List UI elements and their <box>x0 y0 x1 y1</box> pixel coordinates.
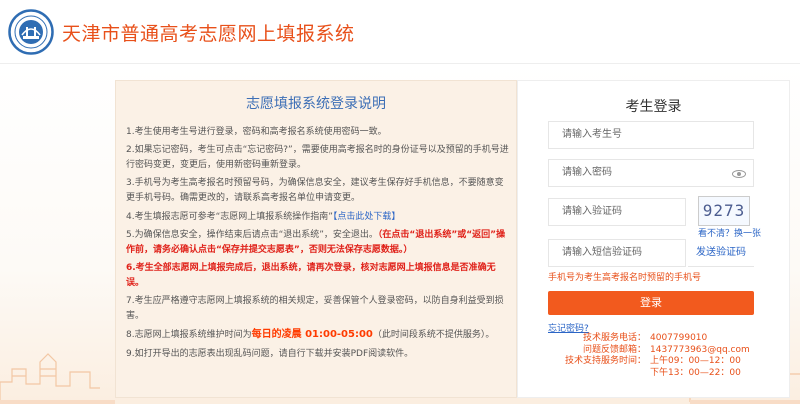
support-phone-label: 技术服务电话： <box>582 333 646 343</box>
support-hours-pm: 下午13：00—22：00 <box>650 367 741 378</box>
instruction-text: （此时间段系统不提供服务）。 <box>372 330 495 341</box>
send-code-button[interactable]: 发送验证码 <box>688 239 754 267</box>
instruction-item: 4.考生填报志愿可参考“志愿网上填报系统操作指南”【点击此处下载】 <box>126 210 512 225</box>
support-info: 技术服务电话： 4007799010 问题反馈邮箱： 1437773963@qq.c… <box>518 333 791 379</box>
candidate-number-input[interactable]: 请输入考生号 <box>548 121 754 149</box>
phone-hint: 手机号为考生高考报名时预留的手机号 <box>548 273 702 283</box>
maintenance-time: 每日的凌晨 01:00-05:00 <box>251 329 373 341</box>
site-title: 天津市普通高考志愿网上填报系统 <box>62 23 355 45</box>
instruction-text: 5.为确保信息安全，操作结束后请点击“退出系统”，安全退出。 <box>126 229 378 240</box>
support-phone: 4007799010 <box>650 333 708 343</box>
instruction-item: 1.考生使用考生号进行登录，密码和高考报名系统使用密码一致。 <box>126 127 387 137</box>
support-email: 1437773963@qq.com <box>650 344 750 355</box>
password-input[interactable]: 请输入密码 <box>548 159 754 187</box>
captcha-refresh-link[interactable]: 看不清？换一张 <box>698 226 761 239</box>
login-button[interactable]: 登录 <box>548 291 754 315</box>
tianjin-exam-logo-icon <box>8 9 54 55</box>
eye-icon[interactable] <box>732 170 746 178</box>
login-title: 考生登录 <box>625 99 682 115</box>
instruction-text: 8.志愿网上填报系统维护时间为 <box>126 330 252 341</box>
instruction-item: 2.如果忘记密码，考生可点击“忘记密码?”，需要使用高考报名时的身份证号以及预留… <box>126 145 509 171</box>
instructions-body: 1.考生使用考生号进行登录，密码和高考报名系统使用密码一致。 2.如果忘记密码，… <box>126 125 512 365</box>
instruction-item: 5.为确保信息安全，操作结束后请点击“退出系统”，安全退出。（在点击“退出系统”… <box>126 228 512 258</box>
login-instructions-panel: 志愿填报系统登录说明 1.考生使用考生号进行登录，密码和高考报名系统使用密码一致… <box>115 80 517 398</box>
instruction-item: 6.考生全部志愿网上填报完成后，退出系统，请再次登录，核对志愿网上填报信息是否准… <box>126 262 496 288</box>
instruction-item: 3.手机号为考生高考报名时预留号码，为确保信息安全，建议考生保存好手机信息，不要… <box>126 178 504 204</box>
support-hours-label: 技术支持服务时间： <box>564 356 646 366</box>
instruction-text: 4.考生填报志愿可参考“志愿网上填报系统操作指南” <box>126 211 333 222</box>
instruction-item: 8.志愿网上填报系统维护时间为每日的凌晨 01:00-05:00（此时间段系统不… <box>126 327 512 343</box>
header: 天津市普通高考志愿网上填报系统 <box>0 0 800 64</box>
download-guide-link[interactable]: 【点击此处下载】 <box>333 212 401 222</box>
support-email-label: 问题反馈邮箱： <box>582 344 646 355</box>
instruction-item: 9.如打开导出的志愿表出现乱码问题，请自行下载并安装PDF阅读软件。 <box>126 348 414 359</box>
login-panel: 考生登录 请输入考生号 请输入密码 请输入验证码 9273 看不清？换一张 请输… <box>517 80 790 398</box>
support-hours-am: 上午09：00—12：00 <box>650 356 741 366</box>
instructions-title: 志愿填报系统登录说明 <box>246 96 386 112</box>
instruction-item: 7.考生应严格遵守志愿网上填报系统的相关规定，妥善保管个人登录密码，以防自身利益… <box>126 296 504 322</box>
captcha-image[interactable]: 9273 <box>698 196 750 226</box>
captcha-input[interactable]: 请输入验证码 <box>548 198 686 226</box>
sms-code-input[interactable]: 请输入短信验证码 <box>548 239 686 267</box>
